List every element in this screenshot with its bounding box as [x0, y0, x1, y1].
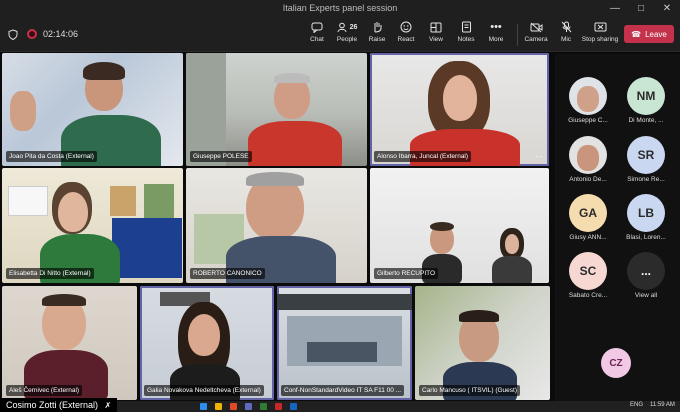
participant-avatar[interactable] [569, 136, 607, 174]
video-tile[interactable]: Gilberto RECUPITO [370, 168, 549, 283]
stop-sharing-button[interactable]: Stop sharing [578, 20, 622, 50]
participant-name: Conf-NonStandardVideo IT SA F11 00 ... [281, 385, 405, 396]
more-icon: ... [640, 264, 651, 278]
app-icon[interactable] [200, 403, 207, 410]
maximize-icon[interactable]: □ [628, 0, 654, 16]
participant-name: Gilberto RECUPITO [374, 268, 439, 279]
more-button[interactable]: ••• More [478, 20, 514, 50]
meeting-toolbar: 02:14:06 Chat 26 People Raise React View [0, 16, 680, 52]
participant-name: Giuseppe POLESE [190, 151, 252, 162]
participant-avatar-name: Simone Re... [627, 176, 665, 183]
camera-off-icon [530, 20, 543, 34]
app-icon[interactable] [275, 403, 282, 410]
view-icon [430, 20, 442, 34]
participant-avatar-name: Giuseppe C... [568, 117, 608, 124]
participant-avatar-name: Di Monte, ... [628, 117, 664, 124]
participant-name: Alonso Ibarra, Juncal (External) [374, 151, 472, 162]
app-icon[interactable] [290, 403, 297, 410]
self-initials: CZ [609, 357, 623, 369]
video-tile[interactable]: Joao Pita da Costa (External) [2, 53, 183, 166]
participant-name: Aleš Černivec (External) [6, 385, 83, 396]
self-avatar: CZ [601, 348, 631, 378]
folder-icon[interactable] [215, 403, 222, 410]
minimize-icon[interactable]: — [602, 0, 628, 16]
video-tile[interactable]: Elisabetta Di Nitto (External) [2, 168, 183, 283]
chat-label: Chat [310, 36, 324, 43]
notes-label: Notes [457, 36, 475, 43]
more-icon: ••• [490, 21, 502, 33]
active-speaker-label: Cosimo Zotti (External) ✗ [0, 398, 118, 412]
avatar-initials: LB [638, 206, 654, 220]
participant-avatar-name: Antonio De... [569, 176, 607, 183]
participant-avatar[interactable]: GA [569, 194, 607, 232]
raise-label: Raise [368, 36, 386, 43]
video-tile[interactable]: Aleš Černivec (External) [2, 286, 137, 400]
taskbar-clock: 11:59 AM [650, 402, 675, 408]
video-tile[interactable]: Galia Novakova Nedeltcheva (External) [140, 286, 274, 400]
recording-indicator: 02:14:06 [27, 16, 78, 52]
recording-icon [27, 29, 37, 39]
more-options-icon[interactable]: ⋯ [535, 152, 543, 161]
close-icon[interactable]: ✕ [654, 0, 680, 16]
participant-name: ROBERTO CANONICO [190, 268, 265, 279]
view-label: View [429, 36, 443, 43]
teams-icon[interactable] [245, 403, 252, 410]
participant-avatar[interactable] [569, 77, 607, 115]
mic-off-icon [561, 20, 572, 34]
people-icon: 26 [337, 20, 358, 34]
view-all-button[interactable]: ... [627, 252, 665, 290]
participant-avatar-name: Giusy ANN... [569, 234, 607, 241]
avatar-initials: SR [637, 148, 655, 162]
title-bar: Italian Experts panel session [0, 0, 680, 16]
participant-avatar[interactable]: SC [569, 252, 607, 290]
video-tile[interactable]: Alonso Ibarra, Juncal (External) ⋯ [370, 53, 549, 166]
raise-hand-icon [372, 20, 383, 34]
participant-avatar-name: Blasi, Loren... [626, 234, 666, 241]
video-tile[interactable]: Giuseppe POLESE [186, 53, 367, 166]
active-speaker-name: Cosimo Zotti (External) [6, 400, 99, 410]
video-tile[interactable]: ROBERTO CANONICO [186, 168, 367, 283]
stop-sharing-icon [594, 20, 607, 34]
participant-avatar[interactable]: SR [627, 136, 665, 174]
phone-hangup-icon: ☎ [631, 29, 642, 39]
video-tile[interactable]: Conf-NonStandardVideo IT SA F11 00 ... [277, 286, 412, 400]
avatar-initials: SC [579, 264, 597, 278]
avatar-initials: NM [636, 89, 656, 103]
participant-avatar[interactable]: LB [627, 194, 665, 232]
camera-label: Camera [524, 36, 548, 43]
participant-name: Galia Novakova Nedeltcheva (External) [144, 385, 264, 396]
more-label: More [488, 36, 504, 43]
app-icon[interactable] [230, 403, 237, 410]
window-title: Italian Experts panel session [282, 3, 398, 13]
participant-name: Carlo Mancuso ( ITSVIL) (Guest) [419, 385, 520, 396]
video-tile[interactable]: Carlo Mancuso ( ITSVIL) (Guest) [415, 286, 550, 400]
view-all-label[interactable]: View all [616, 292, 676, 299]
leave-button[interactable]: ☎ Leave [624, 25, 674, 43]
people-count: 26 [349, 23, 358, 31]
language-indicator[interactable]: ENG [630, 402, 643, 408]
participant-name: Elisabetta Di Nitto (External) [6, 268, 94, 279]
participant-avatar-name: Sabato Cre... [568, 292, 608, 299]
leave-label: Leave [645, 29, 667, 39]
shield-icon [8, 16, 18, 52]
meeting-timer: 02:14:06 [43, 29, 79, 39]
participant-avatar[interactable]: NM [627, 77, 665, 115]
people-label: People [336, 36, 358, 43]
stop-sharing-label: Stop sharing [581, 36, 619, 43]
react-label: React [397, 36, 415, 43]
mic-label: Mic [560, 36, 572, 43]
app-icon[interactable] [260, 403, 267, 410]
react-icon [400, 20, 412, 34]
mic-off-icon: ✗ [104, 401, 112, 410]
chat-icon [311, 20, 323, 34]
participant-name: Joao Pita da Costa (External) [6, 151, 97, 162]
notes-icon [461, 20, 472, 34]
avatar-initials: GA [579, 206, 597, 220]
